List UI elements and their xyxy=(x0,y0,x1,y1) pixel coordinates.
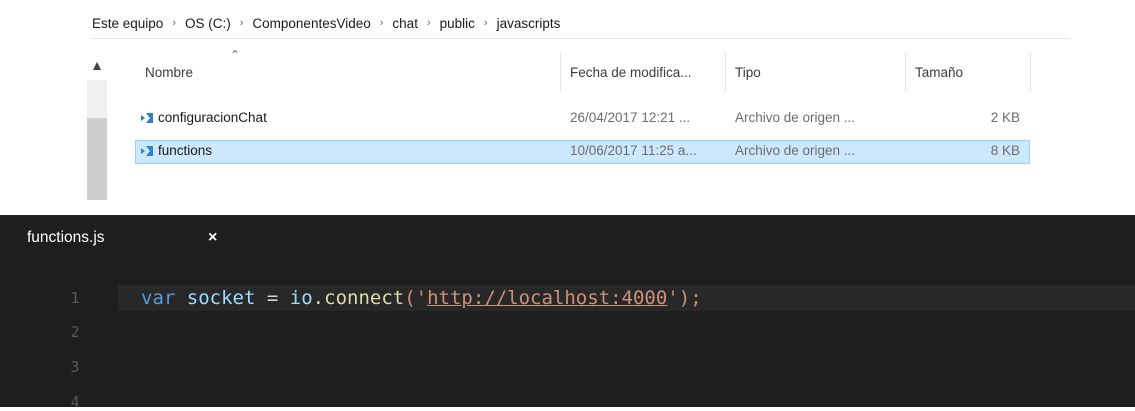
code-area[interactable]: 1 2 3 4 var socket = io.connect('http://… xyxy=(0,265,1135,411)
file-size: 2 KB xyxy=(990,110,1020,125)
editor-tab-bar: functions.js × xyxy=(0,215,1135,265)
column-header-date[interactable]: Fecha de modifica... xyxy=(560,50,725,95)
file-type: Archivo de origen ... xyxy=(735,143,856,158)
breadcrumb-chat[interactable]: chat xyxy=(392,16,418,31)
column-header-size[interactable]: Tamaño xyxy=(905,50,1030,95)
keyword-token: var xyxy=(141,287,176,309)
file-explorer: Este equipo › OS (C:) › ComponentesVideo… xyxy=(0,0,1135,207)
file-row[interactable]: configuracionChat 26/04/2017 12:21 ... A… xyxy=(135,107,1030,131)
file-date: 26/04/2017 12:21 ... xyxy=(570,110,691,125)
code-line-1[interactable]: var socket = io.connect('http://localhos… xyxy=(141,287,702,309)
file-date: 10/06/2017 11:25 a... xyxy=(570,143,697,158)
code-editor: functions.js × 1 2 3 4 var socket = io.c… xyxy=(0,215,1135,411)
breadcrumb: Este equipo › OS (C:) › ComponentesVideo… xyxy=(92,13,560,33)
chevron-right-icon[interactable]: › xyxy=(172,17,176,29)
breadcrumb-componentesvideo[interactable]: ComponentesVideo xyxy=(252,16,370,31)
column-header-type[interactable]: Tipo xyxy=(725,50,905,95)
column-divider[interactable] xyxy=(1030,52,1031,92)
chevron-right-icon[interactable]: › xyxy=(240,17,244,29)
chevron-up-icon: ⌃ xyxy=(230,48,241,62)
breadcrumb-este-equipo[interactable]: Este equipo xyxy=(92,16,163,31)
column-header-name[interactable]: Nombre xyxy=(135,50,535,95)
column-header-type-label: Tipo xyxy=(735,65,761,80)
operator-token: = xyxy=(266,287,279,309)
column-header-date-label: Fecha de modifica... xyxy=(570,65,692,80)
line-number: 3 xyxy=(70,358,80,376)
close-icon[interactable]: × xyxy=(208,229,217,247)
string-close-token: '); xyxy=(667,287,702,309)
object-token: io xyxy=(289,287,313,309)
chevron-right-icon[interactable]: › xyxy=(484,17,488,29)
file-size: 8 KB xyxy=(990,143,1020,158)
variable-token: socket xyxy=(186,287,256,309)
line-number: 4 xyxy=(70,393,80,411)
url-link[interactable]: http://localhost:4000 xyxy=(427,287,667,309)
file-name: functions xyxy=(158,143,213,158)
method-token: connect xyxy=(324,287,405,309)
line-number: 1 xyxy=(70,289,80,307)
file-type: Archivo de origen ... xyxy=(735,110,856,125)
breadcrumb-public[interactable]: public xyxy=(440,16,475,31)
line-number: 2 xyxy=(70,323,80,341)
address-bar-divider xyxy=(92,38,1070,39)
breadcrumb-javascripts[interactable]: javascripts xyxy=(497,16,561,31)
vscode-file-icon xyxy=(141,146,153,156)
chevron-right-icon[interactable]: › xyxy=(380,17,384,29)
column-header-name-label: Nombre xyxy=(145,65,194,80)
string-open-token: (' xyxy=(404,287,428,309)
file-row-selected[interactable]: functions 10/06/2017 11:25 a... Archivo … xyxy=(135,140,1030,164)
vscode-file-icon xyxy=(141,113,153,123)
file-name: configuracionChat xyxy=(158,110,267,125)
tab-functions-js[interactable]: functions.js xyxy=(27,229,105,247)
scroll-up-icon[interactable]: ▲ xyxy=(87,55,107,75)
scrollbar-thumb[interactable] xyxy=(87,118,107,200)
chevron-right-icon[interactable]: › xyxy=(427,17,431,29)
column-header-size-label: Tamaño xyxy=(915,65,964,80)
breadcrumb-os-c[interactable]: OS (C:) xyxy=(185,16,231,31)
